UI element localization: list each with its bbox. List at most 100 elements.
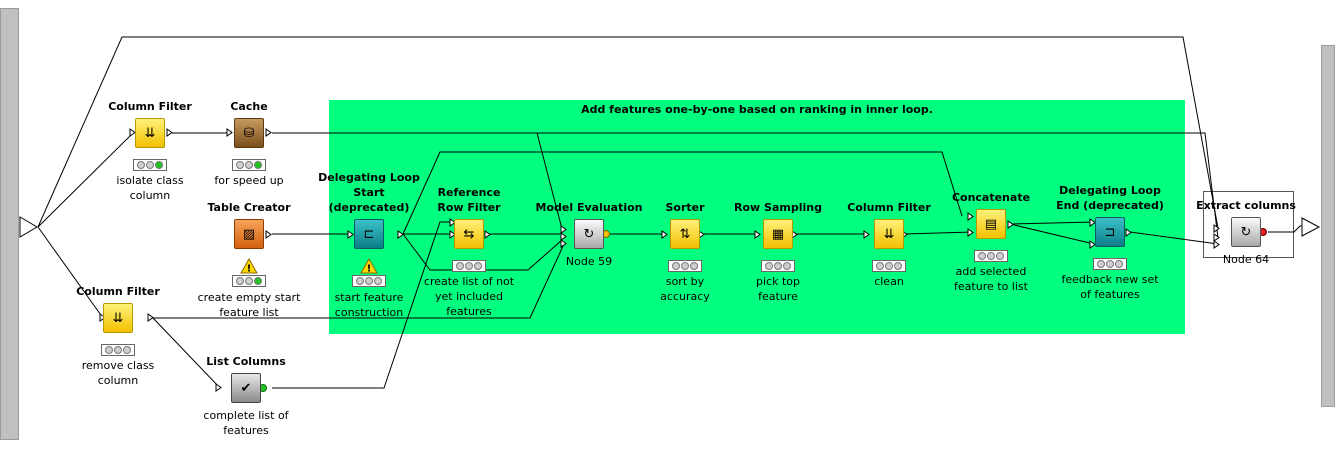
node-title: Cache xyxy=(230,100,268,113)
status-light xyxy=(773,262,782,270)
node-title: Delegating Loop Start (deprecated) xyxy=(318,171,420,214)
node-label: clean xyxy=(874,275,904,288)
input-port[interactable] xyxy=(1213,240,1220,249)
node-title: Extract columns xyxy=(1196,199,1296,212)
node-label: pick top feature xyxy=(756,275,800,303)
node-title: Table Creator xyxy=(207,201,291,214)
workflow-canvas[interactable]: Add features one-by-one based on ranking… xyxy=(0,0,1335,455)
node-label: start feature construction xyxy=(334,291,404,319)
connection[interactable] xyxy=(1009,221,1095,225)
status-light xyxy=(894,262,903,270)
status-light xyxy=(364,277,373,285)
status-light xyxy=(136,161,145,169)
table-creator-icon[interactable]: ▨ xyxy=(234,219,264,249)
status-light xyxy=(104,346,113,354)
connections-layer xyxy=(19,36,1321,392)
svg-text:!: ! xyxy=(247,264,252,275)
status-light xyxy=(671,262,680,270)
output-port[interactable] xyxy=(484,230,491,239)
status-traffic-light xyxy=(668,260,702,272)
column-filter-icon[interactable]: ⇊ xyxy=(135,118,165,148)
status-light xyxy=(235,161,244,169)
loop-start-icon[interactable]: ⊏ xyxy=(354,219,384,249)
column-filter-icon[interactable]: ⇊ xyxy=(874,219,904,249)
status-light xyxy=(145,161,154,169)
status-light xyxy=(244,161,253,169)
row-sampling-icon[interactable]: ▦ xyxy=(763,219,793,249)
input-port[interactable] xyxy=(347,230,354,239)
warning-icon: ! xyxy=(360,258,378,274)
output-port[interactable] xyxy=(265,230,272,239)
status-traffic-light xyxy=(452,260,486,272)
node-label: for speed up xyxy=(214,174,284,187)
input-port[interactable] xyxy=(661,230,668,239)
input-port[interactable] xyxy=(754,230,761,239)
status-light xyxy=(1096,260,1105,268)
status-light xyxy=(254,161,263,169)
status-light xyxy=(254,277,263,285)
status-light xyxy=(244,277,253,285)
svg-text:!: ! xyxy=(367,264,372,275)
node-label: complete list of features xyxy=(203,409,289,437)
node-label: sort by accuracy xyxy=(660,275,710,303)
node-label: Node 59 xyxy=(565,255,613,268)
node-label: create list of not yet included features xyxy=(423,275,515,318)
workflow-output-port[interactable] xyxy=(1301,217,1321,237)
input-port[interactable] xyxy=(863,230,870,239)
status-traffic-light xyxy=(232,159,266,171)
warning-icon: ! xyxy=(240,258,258,274)
loop-end-icon[interactable]: ⊐ xyxy=(1095,217,1125,247)
status-light xyxy=(123,346,132,354)
connection[interactable] xyxy=(152,317,221,389)
status-light xyxy=(884,262,893,270)
input-port[interactable] xyxy=(560,232,567,241)
connection[interactable] xyxy=(1268,225,1305,233)
input-port[interactable] xyxy=(560,225,567,234)
node-label: add selected feature to list xyxy=(954,265,1028,293)
connection[interactable] xyxy=(904,231,973,235)
status-light xyxy=(374,277,383,285)
status-light xyxy=(783,262,792,270)
input-port[interactable] xyxy=(967,228,974,237)
output-port[interactable] xyxy=(1125,228,1132,237)
sorter-icon[interactable]: ⇅ xyxy=(670,219,700,249)
output-port[interactable] xyxy=(166,128,173,137)
status-traffic-light xyxy=(1093,258,1127,270)
status-light xyxy=(355,277,364,285)
input-port[interactable] xyxy=(215,383,222,392)
column-filter-icon[interactable]: ⇊ xyxy=(103,303,133,333)
output-port[interactable] xyxy=(1007,220,1014,229)
status-traffic-light xyxy=(872,260,906,272)
connection[interactable] xyxy=(1009,223,1095,245)
input-port[interactable] xyxy=(967,212,974,221)
status-traffic-light xyxy=(232,275,266,287)
status-light xyxy=(977,252,986,260)
status-light xyxy=(155,161,164,169)
connection[interactable] xyxy=(1129,231,1219,245)
reference-row-filter-icon[interactable]: ⇆ xyxy=(454,219,484,249)
node-title: Reference Row Filter xyxy=(437,186,501,214)
node-title: Delegating Loop End (deprecated) xyxy=(1056,184,1164,212)
output-port[interactable] xyxy=(265,128,272,137)
node-label: feedback new set of features xyxy=(1061,273,1159,301)
status-traffic-light xyxy=(761,260,795,272)
input-port[interactable] xyxy=(1213,233,1220,242)
connection[interactable] xyxy=(37,226,104,319)
cache-icon[interactable]: ⛁ xyxy=(234,118,264,148)
workflow-input-port[interactable] xyxy=(19,216,38,238)
model-evaluation-icon[interactable]: ↻ xyxy=(574,219,604,249)
input-port[interactable] xyxy=(226,128,233,137)
concatenate-icon[interactable]: ▤ xyxy=(976,209,1006,239)
list-columns-icon[interactable]: ✔ xyxy=(231,373,261,403)
output-port[interactable] xyxy=(397,230,404,239)
node-title: Column Filter xyxy=(76,285,160,298)
status-light xyxy=(464,262,473,270)
output-port[interactable] xyxy=(147,313,154,322)
status-light xyxy=(690,262,699,270)
status-light xyxy=(680,262,689,270)
extract-columns-icon[interactable]: ↻ xyxy=(1231,217,1261,247)
status-light xyxy=(113,346,122,354)
status-light xyxy=(474,262,483,270)
status-light xyxy=(996,252,1005,260)
node-title: Concatenate xyxy=(951,191,1031,204)
